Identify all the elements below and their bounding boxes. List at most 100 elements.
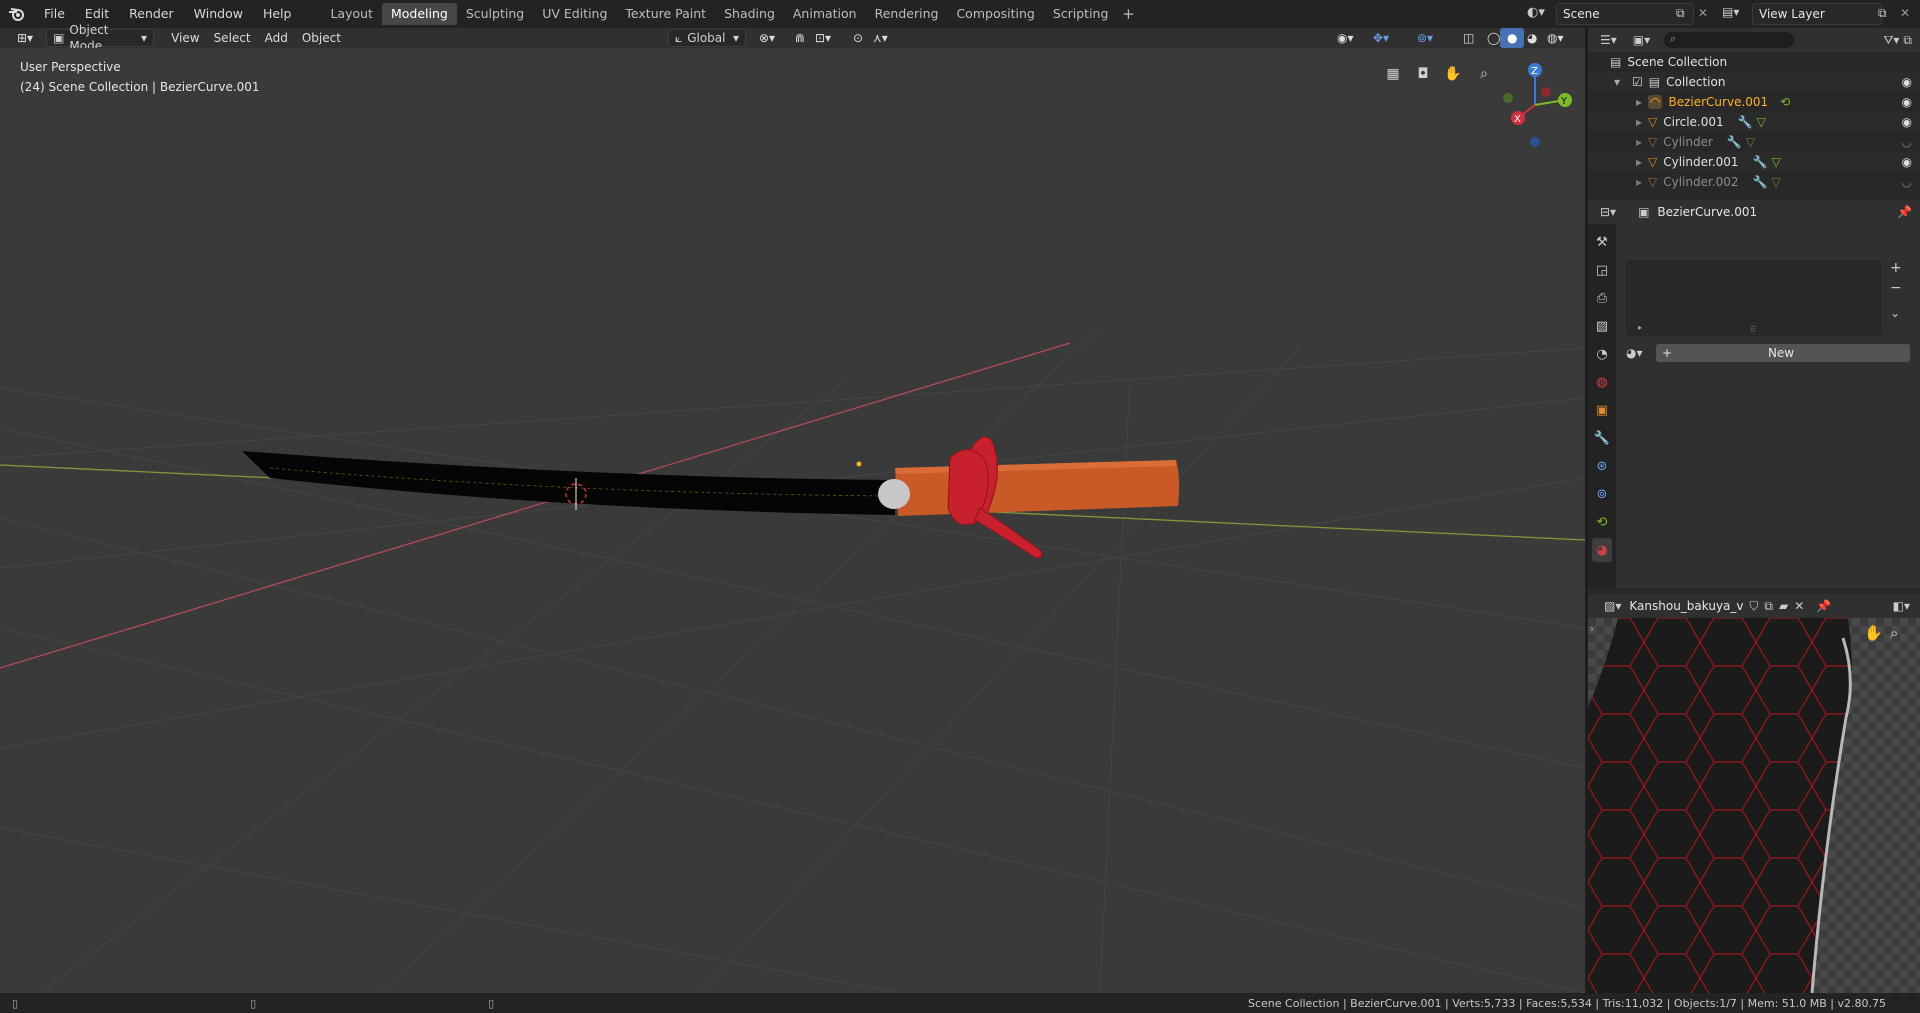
duplicate-scene-icon[interactable]: ⧉ <box>1676 6 1685 21</box>
tab-shading[interactable]: Shading <box>715 3 784 25</box>
pin-icon[interactable]: 📌 <box>1897 205 1912 219</box>
gizmo-toggle-icon[interactable]: ✥▾ <box>1366 28 1396 48</box>
blender-logo-icon[interactable] <box>0 0 34 28</box>
menu-object[interactable]: Object <box>295 28 348 48</box>
pin-icon[interactable]: 📌 <box>1816 599 1831 613</box>
outliner-scene-collection[interactable]: ▤ Scene Collection <box>1588 52 1920 72</box>
expand-arrow-icon[interactable]: ▸ <box>1636 155 1648 169</box>
image-name-field[interactable]: Kanshou_bakuya_v3.. <box>1629 599 1743 613</box>
scene-selector-icon[interactable]: ◐▾ <box>1527 5 1545 20</box>
duplicate-view-layer-icon[interactable]: ⧉ <box>1878 6 1887 21</box>
tab-rendering[interactable]: Rendering <box>866 3 948 25</box>
fake-user-icon[interactable]: ⛉ <box>1749 599 1758 614</box>
view-layer-icon[interactable]: ▤▾ <box>1722 5 1739 19</box>
menu-help[interactable]: Help <box>253 0 302 28</box>
navigation-gizmo[interactable]: Z Y X <box>1490 60 1580 150</box>
outliner-search-input[interactable]: ⌕ <box>1664 32 1795 48</box>
constraints-tab-icon[interactable]: ⟲ <box>1592 510 1612 534</box>
tab-texture-paint[interactable]: Texture Paint <box>616 3 715 25</box>
physics-tab-icon[interactable]: ⊚ <box>1592 482 1612 506</box>
properties-editor-icon[interactable]: ⊟▾ <box>1600 205 1616 219</box>
outliner-item-cylinder-002[interactable]: ▸ ▽ Cylinder.002 🔧 ▽ ◡ <box>1588 172 1920 192</box>
render-tab-icon[interactable]: ◲ <box>1592 258 1612 282</box>
filter-icon[interactable]: ⛛▾ <box>1883 33 1899 48</box>
falloff-icon[interactable]: ⋏▾ <box>866 28 895 48</box>
outliner-item-beziercurve[interactable]: ▸ ◠ BezierCurve.001 ⟲ ◉ <box>1588 92 1920 112</box>
outliner-collection-row[interactable]: ▾ ☑ ▤ Collection ◉ <box>1588 72 1920 92</box>
new-material-button[interactable]: + New <box>1656 344 1910 362</box>
expand-arrow-icon[interactable]: ▸ <box>1638 323 1642 332</box>
tool-tab-icon[interactable]: ⚒ <box>1592 230 1612 254</box>
pan-hand-icon[interactable]: ✋ <box>1441 62 1465 86</box>
duplicate-image-icon[interactable]: ⧉ <box>1764 599 1773 614</box>
remove-slot-icon[interactable]: − <box>1890 280 1902 296</box>
eye-closed-icon[interactable]: ◡ <box>1902 175 1912 189</box>
modifier-tab-icon[interactable]: 🔧 <box>1592 426 1612 450</box>
orientation-dropdown[interactable]: ⟀ Global ▾ <box>668 29 746 47</box>
zoom-icon[interactable]: ⌕ <box>1472 62 1496 86</box>
outliner-editor-icon[interactable]: ☰▾ <box>1600 33 1617 47</box>
tab-layout[interactable]: Layout <box>321 3 382 25</box>
sidebar-toggle-icon[interactable]: › <box>1590 624 1594 635</box>
open-image-icon[interactable]: ▰ <box>1779 599 1788 613</box>
menu-window[interactable]: Window <box>184 0 253 28</box>
rendered-shading-icon[interactable]: ◍▾ <box>1540 28 1571 48</box>
visibility-icon[interactable]: ◉▾ <box>1330 28 1361 48</box>
tab-sculpting[interactable]: Sculpting <box>457 3 533 25</box>
outliner-item-circle[interactable]: ▸ ▽ Circle.001 🔧 ▽ ◉ <box>1588 112 1920 132</box>
scene-tab-icon[interactable]: ◔ <box>1592 342 1612 366</box>
browse-material-icon[interactable]: ◕▾ <box>1626 346 1643 360</box>
outliner-item-cylinder[interactable]: ▸ ▽ Cylinder 🔧 ▽ ◡ <box>1588 132 1920 152</box>
display-channels-icon[interactable]: ◧▾ <box>1893 599 1910 613</box>
menu-select[interactable]: Select <box>207 28 258 48</box>
world-tab-icon[interactable]: ◍ <box>1592 370 1612 394</box>
material-tab-icon[interactable]: ◕ <box>1592 538 1612 562</box>
expand-arrow-icon[interactable]: ▸ <box>1636 95 1648 109</box>
tab-compositing[interactable]: Compositing <box>947 3 1043 25</box>
mode-dropdown[interactable]: ▣ Object Mode ▾ <box>46 23 155 53</box>
output-tab-icon[interactable]: ⎙ <box>1592 286 1612 310</box>
object-tab-icon[interactable]: ▣ <box>1592 398 1612 422</box>
toggle-camera-view-icon[interactable]: ▦ <box>1381 62 1405 86</box>
tab-uv-editing[interactable]: UV Editing <box>533 3 616 25</box>
eye-icon[interactable]: ◉ <box>1902 115 1912 129</box>
delete-view-layer-icon[interactable]: ✕ <box>1900 6 1910 20</box>
view-layer-tab-icon[interactable]: ▨ <box>1592 314 1612 338</box>
expand-arrow-icon[interactable]: ▸ <box>1636 115 1648 129</box>
outliner-item-cylinder-001[interactable]: ▸ ▽ Cylinder.001 🔧 ▽ ◉ <box>1588 152 1920 172</box>
particles-tab-icon[interactable]: ⊛ <box>1592 454 1612 478</box>
scene-name-field[interactable]: Scene <box>1556 3 1694 25</box>
eye-closed-icon[interactable]: ◡ <box>1902 135 1912 149</box>
display-mode-icon[interactable]: ▣▾ <box>1633 33 1650 47</box>
tab-scripting[interactable]: Scripting <box>1044 3 1118 25</box>
material-slot-list[interactable]: ▸ ⠿ <box>1626 260 1882 336</box>
expand-arrow-icon[interactable]: ▸ <box>1636 175 1648 189</box>
expand-arrow-icon[interactable]: ▸ <box>1636 135 1648 149</box>
image-canvas[interactable] <box>1588 618 1920 993</box>
pivot-icon[interactable]: ⊗▾ <box>752 28 782 48</box>
editor-type-icon[interactable]: ⊞▾ <box>10 28 40 48</box>
snap-settings-icon[interactable]: ⊡▾ <box>808 28 838 48</box>
eye-icon[interactable]: ◉ <box>1902 155 1912 169</box>
new-collection-icon[interactable]: ⧉ <box>1903 33 1912 48</box>
expand-arrow-icon[interactable]: ▾ <box>1614 75 1626 89</box>
tab-modeling[interactable]: Modeling <box>381 3 457 25</box>
menu-view[interactable]: View <box>164 28 206 48</box>
slot-menu-icon[interactable]: ⌄ <box>1890 306 1900 320</box>
add-slot-icon[interactable]: + <box>1890 260 1902 276</box>
camera-icon[interactable]: ◘ <box>1411 62 1435 86</box>
3d-viewport[interactable]: User Perspective (24) Scene Collection |… <box>0 48 1585 993</box>
xray-icon[interactable]: ◫ <box>1456 28 1481 48</box>
view-layer-field[interactable]: View Layer <box>1752 3 1882 25</box>
checkbox-icon[interactable]: ☑ <box>1632 75 1643 89</box>
unlink-image-icon[interactable]: ✕ <box>1794 599 1804 613</box>
menu-add[interactable]: Add <box>258 28 295 48</box>
tab-animation[interactable]: Animation <box>784 3 866 25</box>
overlay-toggle-icon[interactable]: ⊚▾ <box>1410 28 1440 48</box>
delete-scene-icon[interactable]: ✕ <box>1698 6 1708 20</box>
add-workspace-icon[interactable]: + <box>1117 5 1139 23</box>
zoom-icon[interactable]: ⌕ <box>1890 624 1898 642</box>
eye-icon[interactable]: ◉ <box>1902 75 1912 89</box>
eye-icon[interactable]: ◉ <box>1902 95 1912 109</box>
pan-hand-icon[interactable]: ✋ <box>1864 624 1883 642</box>
